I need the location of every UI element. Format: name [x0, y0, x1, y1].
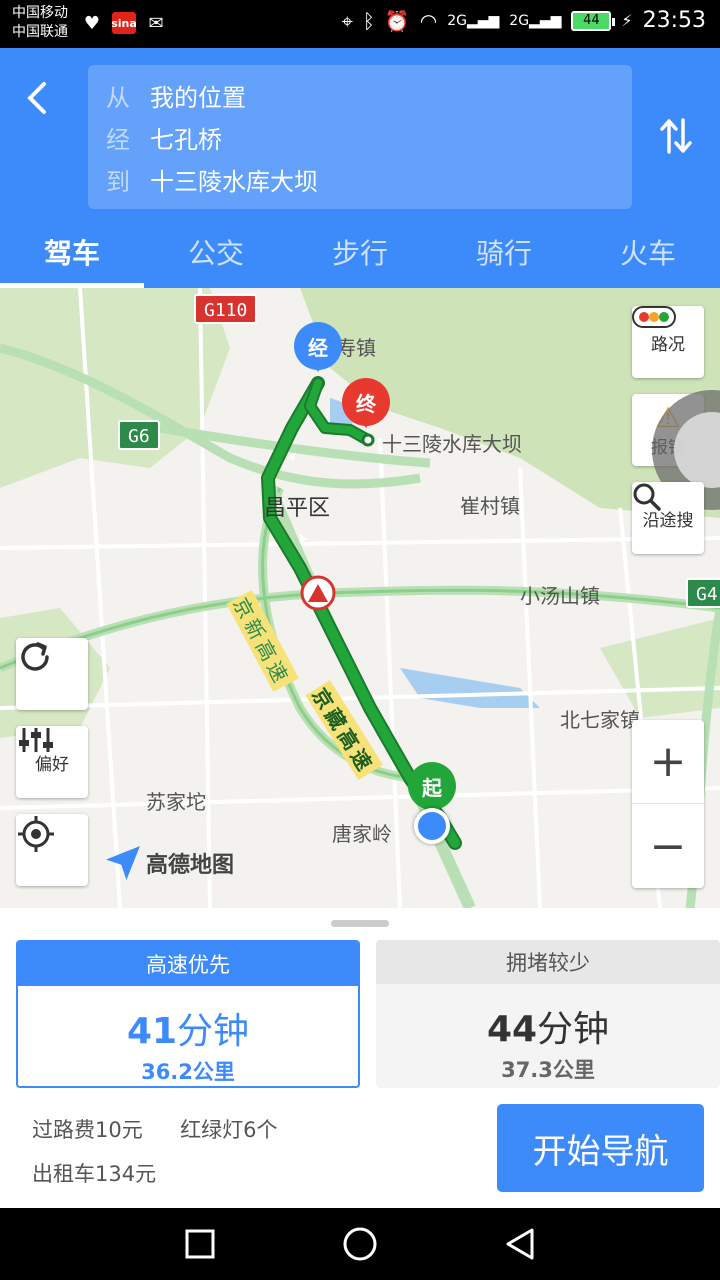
amap-logo: 高德地图	[106, 846, 234, 880]
zoom-out-button[interactable]: −	[632, 804, 704, 888]
heart-rate-icon: ♥	[83, 12, 101, 34]
clock: 23:53	[642, 8, 706, 33]
square-icon	[185, 1229, 215, 1259]
preference-button[interactable]: 偏好	[16, 726, 88, 798]
tab-walk[interactable]: 步行	[288, 216, 432, 288]
option-distance: 36.2公里	[141, 1060, 235, 1084]
to-field[interactable]: 到 十三陵水库大坝	[106, 159, 318, 199]
tab-bike[interactable]: 骑行	[432, 216, 576, 288]
place-label-changping: 昌平区	[264, 496, 331, 521]
locate-me-button[interactable]	[16, 814, 88, 886]
charging-icon: ⚡	[621, 11, 633, 30]
to-tag: 到	[106, 167, 130, 196]
to-value: 十三陵水库大坝	[150, 167, 318, 196]
zoom-in-button[interactable]: +	[632, 720, 704, 804]
system-nav-bar	[0, 1208, 720, 1280]
minus-icon: −	[649, 820, 687, 872]
current-location-marker	[414, 808, 450, 844]
crosshair-icon	[18, 816, 54, 852]
from-tag: 从	[106, 83, 130, 112]
option-distance: 37.3公里	[501, 1058, 595, 1082]
place-label-xiaotangshan: 小汤山镇	[520, 584, 600, 608]
recent-apps-button[interactable]	[180, 1224, 220, 1264]
route-option-less-congestion[interactable]: 拥堵较少 44分钟 37.3公里	[376, 940, 720, 1088]
home-button[interactable]	[340, 1224, 380, 1264]
system-back-button[interactable]	[500, 1224, 540, 1264]
place-label-tangjialing: 唐家岭	[332, 822, 392, 846]
zoom-controls: + −	[632, 720, 704, 888]
circle-icon	[343, 1227, 377, 1261]
alarm-icon: ⏰	[384, 8, 410, 33]
swap-route-button[interactable]	[658, 114, 694, 158]
option-time: 41分钟	[126, 1011, 250, 1052]
trip-info-line-1: 过路费10元 红绿灯6个	[32, 1114, 277, 1144]
bluetooth-icon: ᛒ	[362, 8, 375, 33]
place-label-cuicun: 崔村镇	[460, 494, 520, 518]
refresh-button[interactable]	[16, 638, 88, 710]
mail-icon: ✉	[148, 12, 164, 34]
highway-badge-g4: G4	[686, 578, 720, 608]
drag-handle[interactable]	[331, 920, 389, 927]
location-icon: ⌖	[341, 8, 353, 33]
option-name: 拥堵较少	[376, 940, 720, 984]
via-tag: 经	[106, 125, 130, 154]
signal-icon-2: 2G▂▄▆	[509, 12, 562, 29]
plus-icon: +	[649, 736, 687, 787]
from-field[interactable]: 从 我的位置	[106, 75, 246, 115]
start-navigation-button[interactable]: 开始导航	[497, 1104, 704, 1192]
refresh-icon	[21, 642, 49, 671]
carrier-labels: 中国移动 中国联通	[12, 4, 68, 42]
amap-logo-text: 高德地图	[146, 853, 235, 878]
triangle-back-icon	[506, 1228, 534, 1260]
amap-logo-icon	[106, 846, 140, 880]
option-time: 44分钟	[486, 1009, 610, 1050]
highway-badge-g110: G110	[194, 294, 258, 324]
carrier-2: 中国联通	[12, 24, 68, 40]
via-pin[interactable]: 经	[294, 322, 342, 378]
route-header: 从 我的位置 经 七孔桥 到 十三陵水库大坝 驾车 公交 步行 骑行 火车	[0, 48, 720, 288]
route-input-box[interactable]: 从 我的位置 经 七孔桥 到 十三陵水库大坝	[88, 65, 632, 209]
chevron-left-icon	[27, 82, 46, 114]
signal-icon: 2G▂▄▆	[447, 12, 500, 29]
search-along-button[interactable]: 沿途搜	[632, 482, 704, 554]
carrier-1: 中国移动	[12, 5, 68, 21]
via-field[interactable]: 经 七孔桥	[106, 117, 222, 157]
taxi-info: 出租车134元	[32, 1162, 157, 1186]
sliders-icon	[19, 728, 53, 752]
from-value: 我的位置	[150, 83, 246, 112]
place-label-destination: 十三陵水库大坝	[382, 432, 522, 456]
place-label-town: 寿镇	[336, 336, 376, 360]
wifi-icon: ◠	[419, 8, 438, 33]
route-option-highway[interactable]: 高速优先 41分钟 36.2公里	[16, 940, 360, 1088]
back-button[interactable]	[18, 78, 58, 118]
place-label-sujiatuo: 苏家坨	[146, 790, 206, 814]
status-bar: 中国移动 中国联通 ♥ sina ✉ ⌖ ᛒ ⏰ ◠ 2G▂▄▆ 2G▂▄▆ 4…	[0, 0, 720, 48]
end-pin[interactable]: 终	[342, 378, 390, 434]
traffic-label: 路况	[651, 334, 685, 355]
tab-train[interactable]: 火车	[576, 216, 720, 288]
swap-icon	[660, 118, 692, 154]
tab-drive[interactable]: 驾车	[0, 216, 144, 288]
traffic-lights-info: 红绿灯6个	[180, 1118, 278, 1142]
tab-bus[interactable]: 公交	[144, 216, 288, 288]
map-view[interactable]: G110 G6 G4 寿镇 十三陵水库大坝 昌平区 崔村镇 小汤山镇 北七家镇 …	[0, 288, 720, 908]
toll-info: 过路费10元	[32, 1118, 143, 1142]
highway-badge-g6: G6	[118, 420, 160, 450]
battery-icon: 44	[571, 10, 616, 31]
weibo-icon: sina	[111, 12, 137, 34]
via-value: 七孔桥	[150, 125, 222, 154]
option-name: 高速优先	[18, 942, 358, 986]
place-label-beiqijia: 北七家镇	[560, 708, 640, 732]
transport-tabs: 驾车 公交 步行 骑行 火车	[0, 216, 720, 288]
route-options-panel: 高速优先 41分钟 36.2公里 拥堵较少 44分钟 37.3公里 过路费10元…	[0, 908, 720, 1208]
traffic-button[interactable]: 路况	[632, 306, 704, 378]
